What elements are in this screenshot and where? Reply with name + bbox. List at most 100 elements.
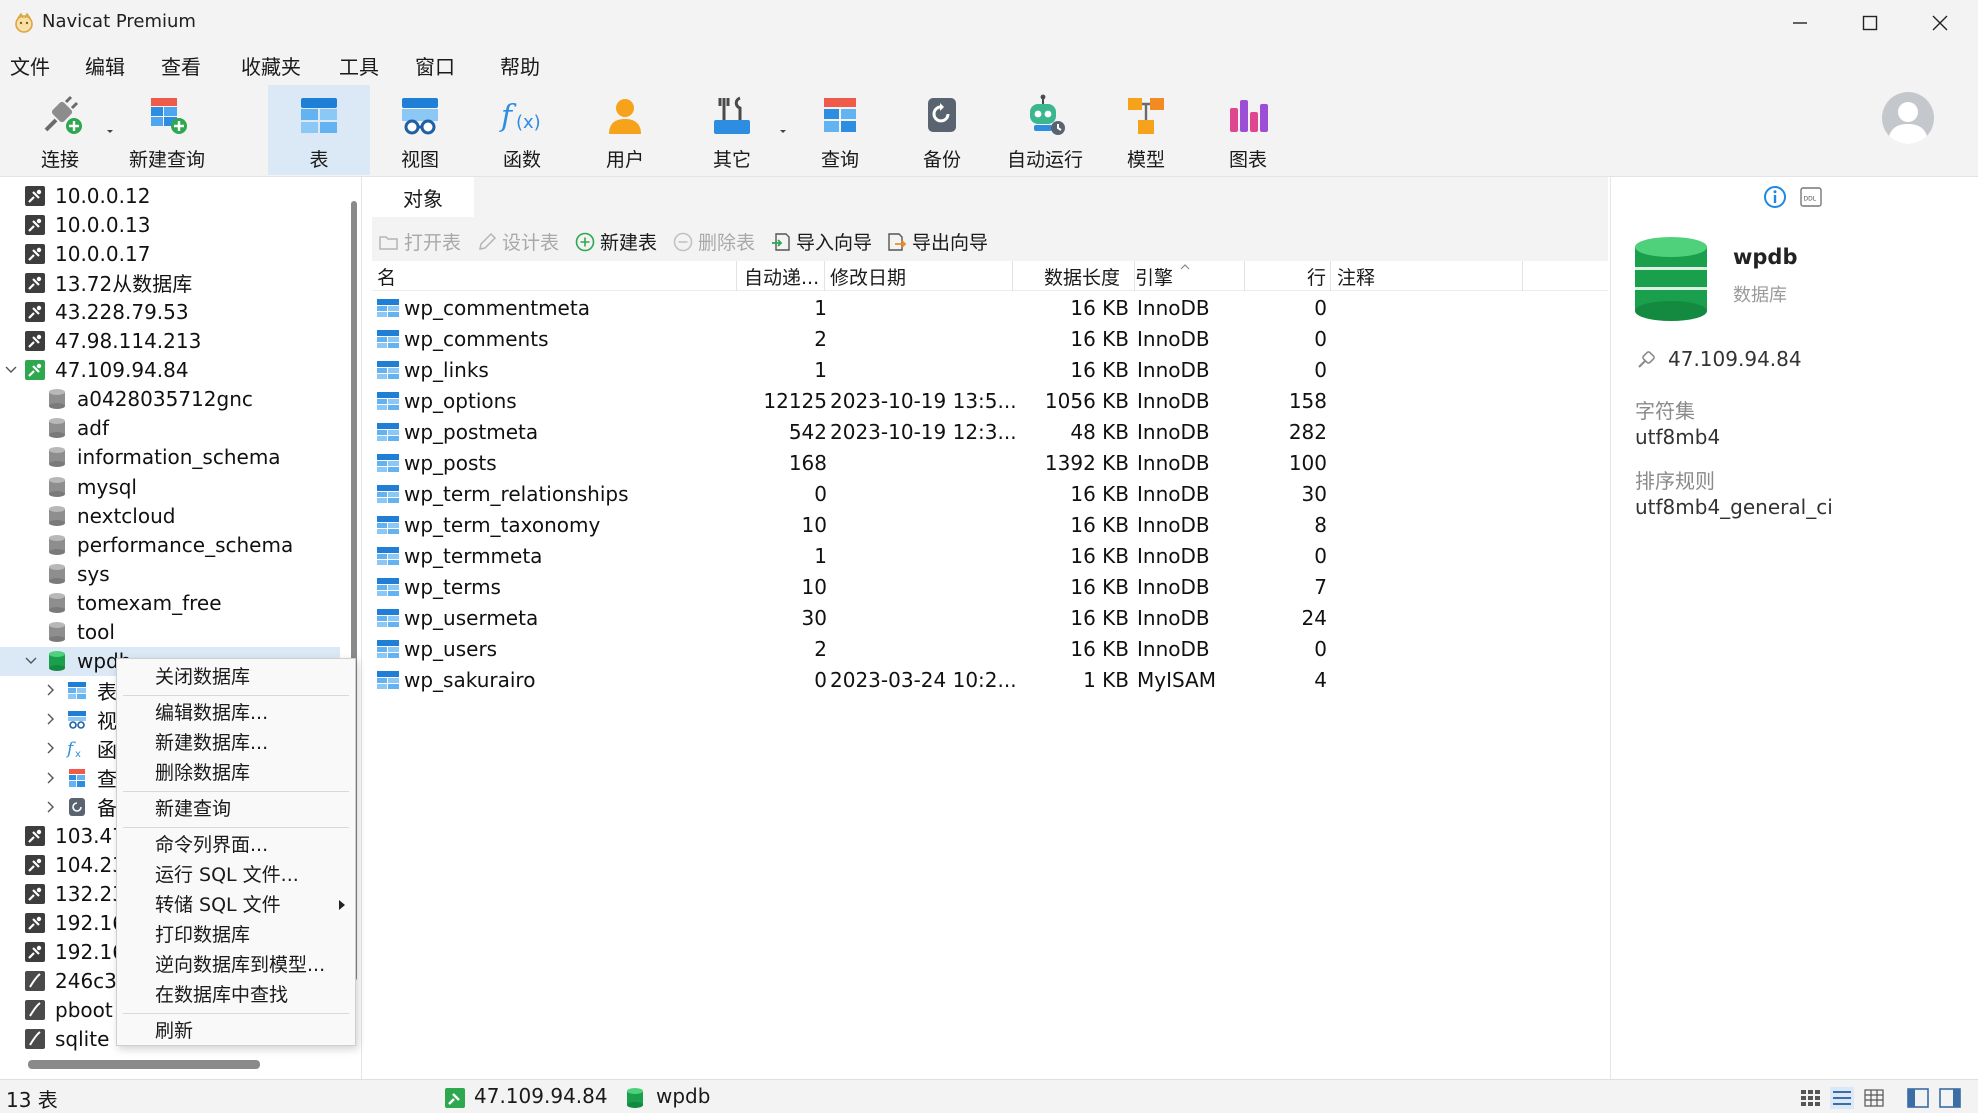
column-divider[interactable] bbox=[1244, 261, 1245, 291]
column-header-modified-date[interactable]: 修改日期 bbox=[830, 263, 906, 290]
menu-edit[interactable]: 编辑 bbox=[85, 51, 125, 80]
tree-item[interactable]: sys bbox=[0, 559, 340, 588]
delete-table-button[interactable]: 删除表 bbox=[672, 228, 755, 255]
menu-favorites[interactable]: 收藏夹 bbox=[241, 51, 301, 80]
context-menu-item[interactable]: 运行 SQL 文件... bbox=[117, 861, 355, 889]
toolbar-user-button[interactable]: 用户 bbox=[585, 85, 665, 175]
tree-item[interactable]: 13.72从数据库 bbox=[0, 268, 340, 297]
tree-item[interactable]: 47.98.114.213 bbox=[0, 327, 340, 356]
column-header-name[interactable]: 名 bbox=[377, 263, 396, 290]
open-table-button[interactable]: 打开表 bbox=[378, 228, 461, 255]
table-row[interactable]: wp_sakurairo 0 2023-03-24 10:2... 1 KB MyISA… bbox=[372, 665, 1608, 696]
tree-item[interactable]: 10.0.0.13 bbox=[0, 210, 340, 239]
menu-file[interactable]: 文件 bbox=[10, 51, 50, 80]
table-row[interactable]: wp_postmeta 542 2023-10-19 12:3... 48 KB Inn… bbox=[372, 417, 1608, 448]
toggle-right-panel-icon[interactable] bbox=[1937, 1086, 1963, 1110]
column-header-auto-increment[interactable]: 自动递... bbox=[744, 263, 819, 290]
toggle-left-panel-icon[interactable] bbox=[1905, 1086, 1931, 1110]
chevron-right-icon[interactable] bbox=[44, 741, 58, 755]
minimize-button[interactable] bbox=[1765, 0, 1835, 45]
chevron-down-icon[interactable] bbox=[104, 125, 116, 137]
table-row[interactable]: wp_users 2 16 KB InnoDB 0 bbox=[372, 634, 1608, 665]
view-list-icon[interactable] bbox=[1829, 1086, 1855, 1110]
column-divider[interactable] bbox=[1012, 261, 1013, 291]
toolbar-automation-button[interactable]: 自动运行 bbox=[1000, 85, 1090, 175]
context-menu-item[interactable]: 刷新 bbox=[117, 1017, 355, 1045]
context-menu-item[interactable]: 命令列界面... bbox=[117, 831, 355, 859]
column-divider[interactable] bbox=[1522, 261, 1523, 291]
column-divider[interactable] bbox=[824, 261, 825, 291]
view-grid-icon[interactable] bbox=[1797, 1086, 1823, 1110]
toolbar-function-button[interactable]: f (x) 函数 bbox=[482, 85, 562, 175]
context-menu-item[interactable]: 逆向数据库到模型... bbox=[117, 951, 355, 979]
chevron-right-icon[interactable] bbox=[44, 771, 58, 785]
table-row[interactable]: wp_comments 2 16 KB InnoDB 0 bbox=[372, 324, 1608, 355]
table-row[interactable]: wp_term_relationships 0 16 KB InnoDB 30 bbox=[372, 479, 1608, 510]
context-menu-item[interactable]: 新建查询 bbox=[117, 795, 355, 823]
tree-item[interactable]: 10.0.0.12 bbox=[0, 181, 340, 210]
toolbar-table-button[interactable]: 表 bbox=[268, 85, 370, 175]
toolbar-backup-button[interactable]: 备份 bbox=[902, 85, 982, 175]
design-table-button[interactable]: 设计表 bbox=[476, 228, 559, 255]
toolbar-chart-button[interactable]: 图表 bbox=[1208, 85, 1288, 175]
context-menu-item[interactable]: 关闭数据库 bbox=[117, 663, 355, 691]
context-menu-item[interactable]: 新建数据库... bbox=[117, 729, 355, 757]
tree-item[interactable]: adf bbox=[0, 414, 340, 443]
user-avatar[interactable] bbox=[1882, 92, 1934, 144]
tree-item[interactable]: a0428035712gnc bbox=[0, 385, 340, 414]
import-wizard-button[interactable]: 导入向导 bbox=[770, 228, 872, 255]
table-row[interactable]: wp_termmeta 1 16 KB InnoDB 0 bbox=[372, 541, 1608, 572]
view-detail-icon[interactable] bbox=[1861, 1086, 1887, 1110]
tree-item[interactable]: performance_schema bbox=[0, 530, 340, 559]
table-row[interactable]: wp_options 12125 2023-10-19 13:5... 1056 KB… bbox=[372, 386, 1608, 417]
column-header-rows[interactable]: 行 bbox=[1307, 263, 1326, 290]
toolbar-connection-button[interactable]: 连接 bbox=[20, 85, 100, 175]
menu-view[interactable]: 查看 bbox=[161, 51, 201, 80]
context-menu-item[interactable]: 转储 SQL 文件 bbox=[117, 891, 355, 919]
toolbar-model-button[interactable]: 模型 bbox=[1106, 85, 1186, 175]
new-table-button[interactable]: 新建表 bbox=[574, 228, 657, 255]
tree-item[interactable]: 43.228.79.53 bbox=[0, 297, 340, 326]
context-menu-item[interactable]: 删除数据库 bbox=[117, 759, 355, 787]
tree-item[interactable]: 10.0.0.17 bbox=[0, 239, 340, 268]
table-row[interactable]: wp_terms 10 16 KB InnoDB 7 bbox=[372, 572, 1608, 603]
toolbar-view-button[interactable]: 视图 bbox=[380, 85, 460, 175]
menu-window[interactable]: 窗口 bbox=[415, 51, 455, 80]
column-header-engine[interactable]: 引擎 bbox=[1135, 263, 1173, 290]
context-menu-item[interactable]: 打印数据库 bbox=[117, 921, 355, 949]
column-header-data-length[interactable]: 数据长度 bbox=[1044, 263, 1120, 290]
tree-item[interactable]: mysql bbox=[0, 472, 340, 501]
column-divider[interactable] bbox=[736, 261, 737, 291]
tree-item[interactable]: 47.109.94.84 bbox=[0, 356, 340, 385]
context-menu-item[interactable]: 编辑数据库... bbox=[117, 699, 355, 727]
info-icon[interactable] bbox=[1763, 185, 1787, 209]
toolbar-new-query-button[interactable]: 新建查询 bbox=[122, 85, 212, 175]
toolbar-query-button[interactable]: 查询 bbox=[800, 85, 880, 175]
tree-item[interactable]: nextcloud bbox=[0, 501, 340, 530]
menu-tools[interactable]: 工具 bbox=[339, 51, 379, 80]
chevron-down-icon[interactable] bbox=[777, 125, 789, 137]
export-wizard-button[interactable]: 导出向导 bbox=[886, 228, 988, 255]
maximize-button[interactable] bbox=[1835, 0, 1905, 45]
table-row[interactable]: wp_commentmeta 1 16 KB InnoDB 0 bbox=[372, 293, 1608, 324]
chevron-down-icon[interactable] bbox=[4, 363, 18, 377]
close-button[interactable] bbox=[1905, 0, 1975, 45]
table-row[interactable]: wp_term_taxonomy 10 16 KB InnoDB 8 bbox=[372, 510, 1608, 541]
chevron-right-icon[interactable] bbox=[44, 712, 58, 726]
tree-horizontal-scrollbar-thumb[interactable] bbox=[28, 1060, 260, 1069]
tree-item[interactable]: tomexam_free bbox=[0, 588, 340, 617]
tree-item[interactable]: tool bbox=[0, 618, 340, 647]
chevron-right-icon[interactable] bbox=[44, 683, 58, 697]
chevron-down-icon[interactable] bbox=[24, 654, 38, 668]
column-divider[interactable] bbox=[1330, 261, 1331, 291]
menu-help[interactable]: 帮助 bbox=[500, 51, 540, 80]
tree-item[interactable]: information_schema bbox=[0, 443, 340, 472]
context-menu-item[interactable]: 在数据库中查找 bbox=[117, 981, 355, 1009]
table-row[interactable]: wp_usermeta 30 16 KB InnoDB 24 bbox=[372, 603, 1608, 634]
toolbar-other-button[interactable]: 其它 bbox=[692, 85, 772, 175]
tab-objects[interactable]: 对象 bbox=[372, 177, 474, 217]
ddl-icon[interactable]: DDL bbox=[1799, 185, 1823, 209]
table-row[interactable]: wp_links 1 16 KB InnoDB 0 bbox=[372, 355, 1608, 386]
chevron-right-icon[interactable] bbox=[44, 800, 58, 814]
table-row[interactable]: wp_posts 168 1392 KB InnoDB 100 bbox=[372, 448, 1608, 479]
